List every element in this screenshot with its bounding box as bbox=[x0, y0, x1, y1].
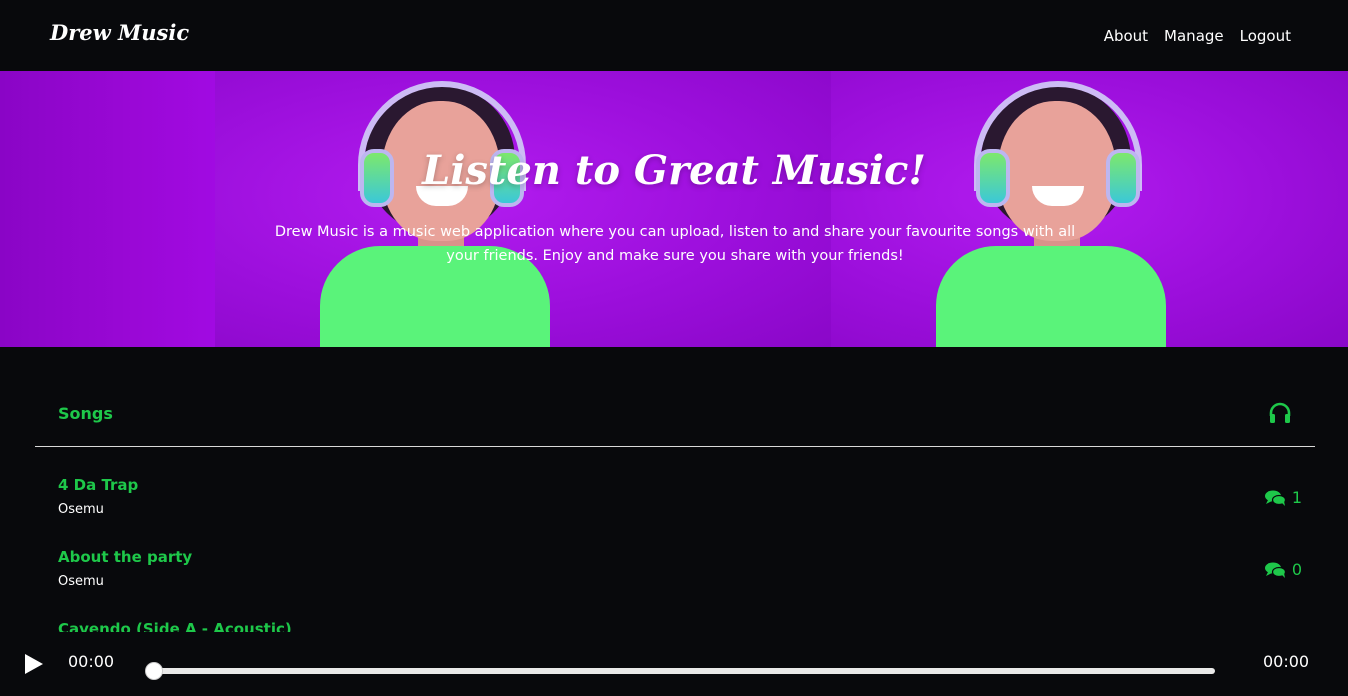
song-row[interactable]: Cavendo (Side A - Acoustic) bbox=[0, 618, 1348, 632]
songs-header: Songs bbox=[58, 404, 113, 423]
song-artist: Osemu bbox=[58, 502, 104, 517]
hero-subtitle: Drew Music is a music web application wh… bbox=[274, 224, 1076, 264]
comments-icon bbox=[1264, 562, 1286, 578]
nav-link-manage[interactable]: Manage bbox=[1164, 27, 1224, 45]
hero-person-illustration bbox=[926, 71, 1166, 347]
current-time: 00:00 bbox=[68, 652, 115, 671]
play-icon[interactable] bbox=[24, 653, 44, 675]
song-row[interactable]: 4 Da Trap Osemu 1 bbox=[0, 474, 1348, 546]
comments-icon bbox=[1264, 490, 1286, 506]
song-title[interactable]: About the party bbox=[58, 548, 192, 566]
progress-bar[interactable] bbox=[154, 668, 1215, 674]
comments-number: 0 bbox=[1291, 560, 1302, 579]
song-title[interactable]: 4 Da Trap bbox=[58, 476, 138, 494]
hero-banner bbox=[0, 71, 1348, 347]
brand-logo[interactable]: Drew Music bbox=[50, 20, 189, 45]
comments-count[interactable]: 1 bbox=[1264, 488, 1302, 507]
song-row[interactable]: About the party Osemu 0 bbox=[0, 546, 1348, 618]
hero-person-illustration bbox=[310, 71, 550, 347]
headphones-icon bbox=[1269, 402, 1291, 423]
songs-divider bbox=[35, 446, 1315, 447]
song-artist: Osemu bbox=[58, 574, 104, 589]
song-title[interactable]: Cavendo (Side A - Acoustic) bbox=[58, 620, 292, 632]
nav-link-about[interactable]: About bbox=[1104, 27, 1148, 45]
total-time: 00:00 bbox=[1263, 652, 1310, 671]
nav-links: About Manage Logout bbox=[1104, 27, 1291, 45]
hero-image-repeat bbox=[831, 71, 1348, 347]
hero-image bbox=[215, 71, 831, 347]
audio-player: 00:00 00:00 bbox=[0, 632, 1348, 696]
progress-thumb[interactable] bbox=[145, 662, 163, 680]
song-list: 4 Da Trap Osemu 1 About the party Osemu … bbox=[0, 474, 1348, 632]
comments-number: 1 bbox=[1291, 488, 1302, 507]
top-navbar: Drew Music About Manage Logout bbox=[0, 0, 1348, 71]
nav-link-logout[interactable]: Logout bbox=[1240, 27, 1291, 45]
hero-title: Listen to Great Music! bbox=[422, 147, 926, 194]
comments-count[interactable]: 0 bbox=[1264, 560, 1302, 579]
